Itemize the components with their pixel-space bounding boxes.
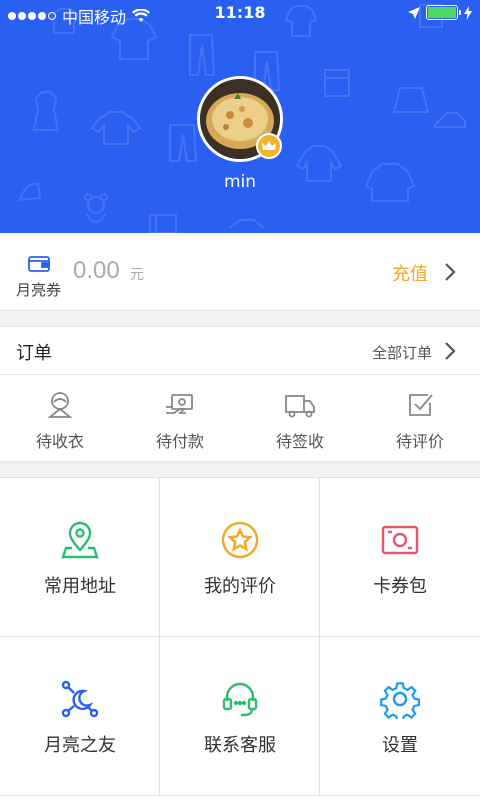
profile-header: 中国移动 11:18 min [0,0,480,233]
payment-icon [166,394,193,414]
order-tab-label: 待签收 [275,432,324,451]
coupon-amount: 0.00 [73,257,120,284]
order-tab-label: 待评价 [395,432,444,451]
star-circle-icon [221,521,259,559]
order-status-tabs: 待收衣 待付款 待签收 待评价 [0,375,480,463]
status-bar: 中国移动 11:18 [0,0,480,28]
moon-network-icon [61,680,99,718]
gear-icon [380,682,420,719]
grid-item-settings[interactable]: 设置 [320,637,480,796]
battery-icon [426,5,461,20]
chevron-right-icon[interactable] [444,341,456,361]
grid-item-label: 常用地址 [44,576,116,597]
grid-item-label: 卡券包 [373,576,427,597]
all-orders-link[interactable]: 全部订单 [372,342,432,363]
delivery-truck-icon [285,395,315,418]
grid-item-moon-friends[interactable]: 月亮之友 [0,637,160,796]
grid-item-customer-service[interactable]: 联系客服 [160,637,320,796]
vip-crown-badge [256,133,282,159]
headset-icon [222,682,258,717]
location-arrow-icon [408,6,420,19]
coupon-unit: 元 [130,267,144,283]
grid-item-label: 我的评价 [204,576,276,597]
order-tab-pending-pickup[interactable]: 待收衣 [0,375,120,463]
recharge-button[interactable]: 充值 [392,260,428,286]
grid-item-label: 联系客服 [204,735,276,756]
orders-title: 订单 [16,343,52,364]
services-grid: 常用地址 我的评价 卡券包 月亮之友 联系客服 设置 [0,477,480,800]
wallet-icon [28,256,50,272]
order-tab-pending-review[interactable]: 待评价 [360,375,480,463]
coupon-wallet-icon [381,525,419,555]
grid-item-label: 设置 [382,735,418,756]
order-tab-label: 待付款 [155,432,204,451]
crown-icon [262,141,276,150]
review-check-icon [409,394,433,416]
grid-item-my-reviews[interactable]: 我的评价 [160,478,320,637]
username: min [223,172,257,192]
grid-item-address[interactable]: 常用地址 [0,478,160,637]
grid-item-label: 月亮之友 [44,735,116,756]
orders-section: 订单 全部订单 待收衣 待付款 待签收 待评价 [0,326,480,462]
location-pin-icon [61,521,99,559]
orders-header[interactable]: 订单 全部订单 [0,327,480,375]
charging-bolt-icon [464,5,472,20]
moon-coupon-row: 月亮券 0.00 元 充值 [0,233,480,311]
coupon-label: 月亮券 [16,281,62,299]
order-tab-pending-receipt[interactable]: 待签收 [240,375,360,463]
order-tab-label: 待收衣 [35,432,84,451]
chevron-right-icon[interactable] [444,262,456,282]
order-tab-pending-payment[interactable]: 待付款 [120,375,240,463]
laundry-pickup-icon [47,392,73,418]
grid-item-coupon-wallet[interactable]: 卡券包 [320,478,480,637]
